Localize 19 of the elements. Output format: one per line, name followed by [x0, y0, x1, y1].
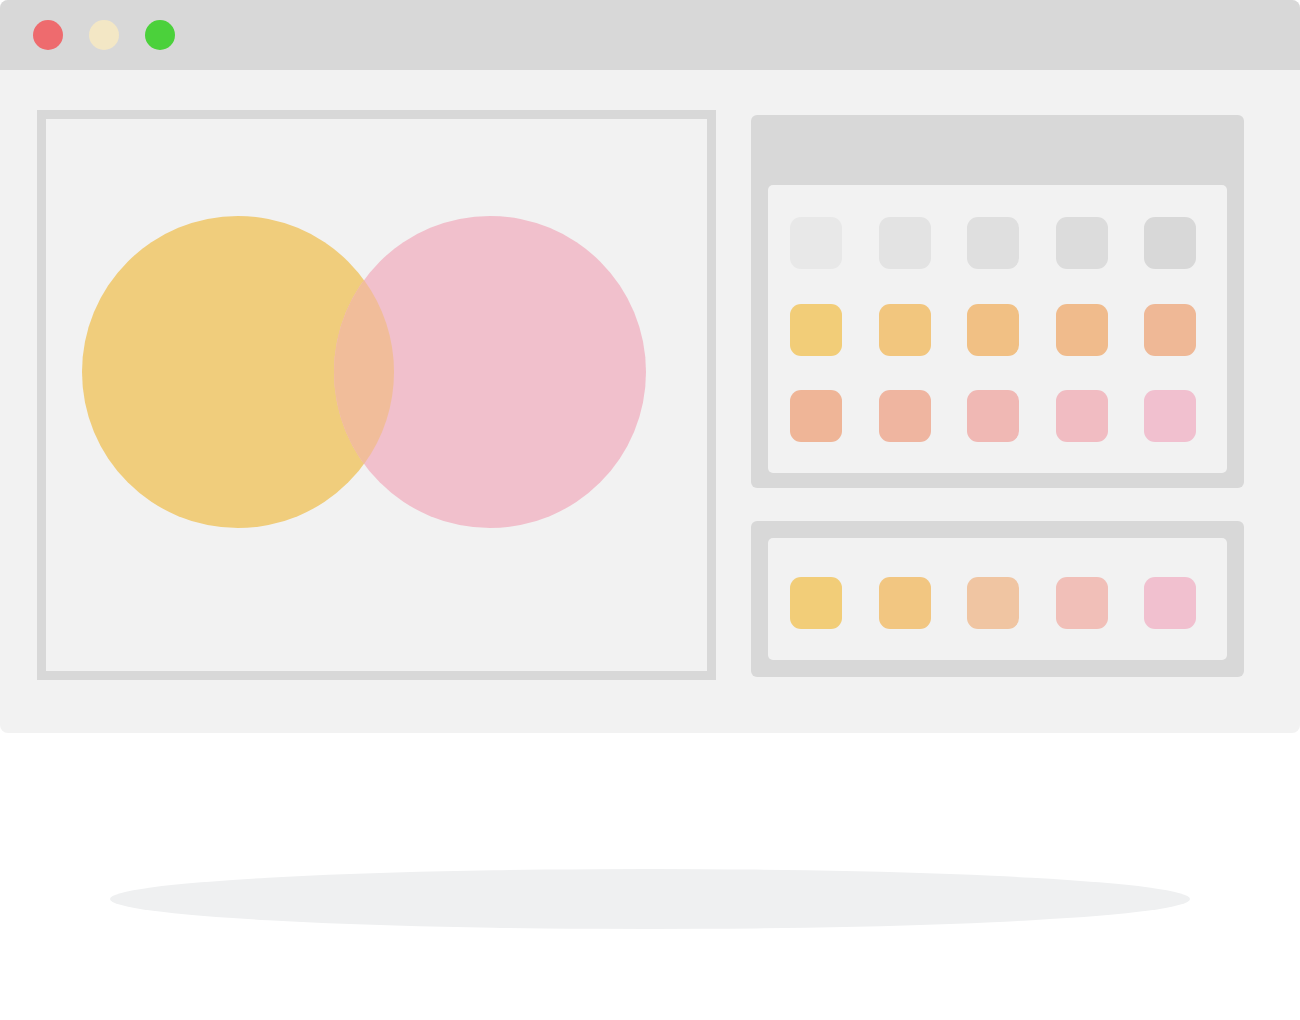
color-swatch[interactable] — [1055, 390, 1108, 442]
color-swatch[interactable] — [878, 303, 931, 356]
color-swatch[interactable] — [1144, 217, 1196, 269]
color-swatch[interactable] — [967, 303, 1019, 356]
color-swatch[interactable] — [1144, 577, 1196, 629]
color-swatch[interactable] — [1055, 303, 1108, 356]
color-swatch[interactable] — [1144, 303, 1196, 356]
window-control-button[interactable] — [33, 20, 63, 50]
window-control-button[interactable] — [89, 20, 119, 50]
color-swatch[interactable] — [1055, 577, 1108, 629]
window-control-button[interactable] — [145, 20, 175, 50]
color-swatch[interactable] — [878, 577, 931, 629]
color-swatch[interactable] — [1144, 390, 1196, 442]
color-swatch[interactable] — [790, 577, 842, 629]
color-swatch[interactable] — [878, 390, 931, 442]
color-swatch[interactable] — [967, 577, 1019, 629]
color-swatch[interactable] — [790, 390, 842, 442]
color-swatch[interactable] — [790, 303, 842, 356]
color-swatch[interactable] — [967, 390, 1019, 442]
